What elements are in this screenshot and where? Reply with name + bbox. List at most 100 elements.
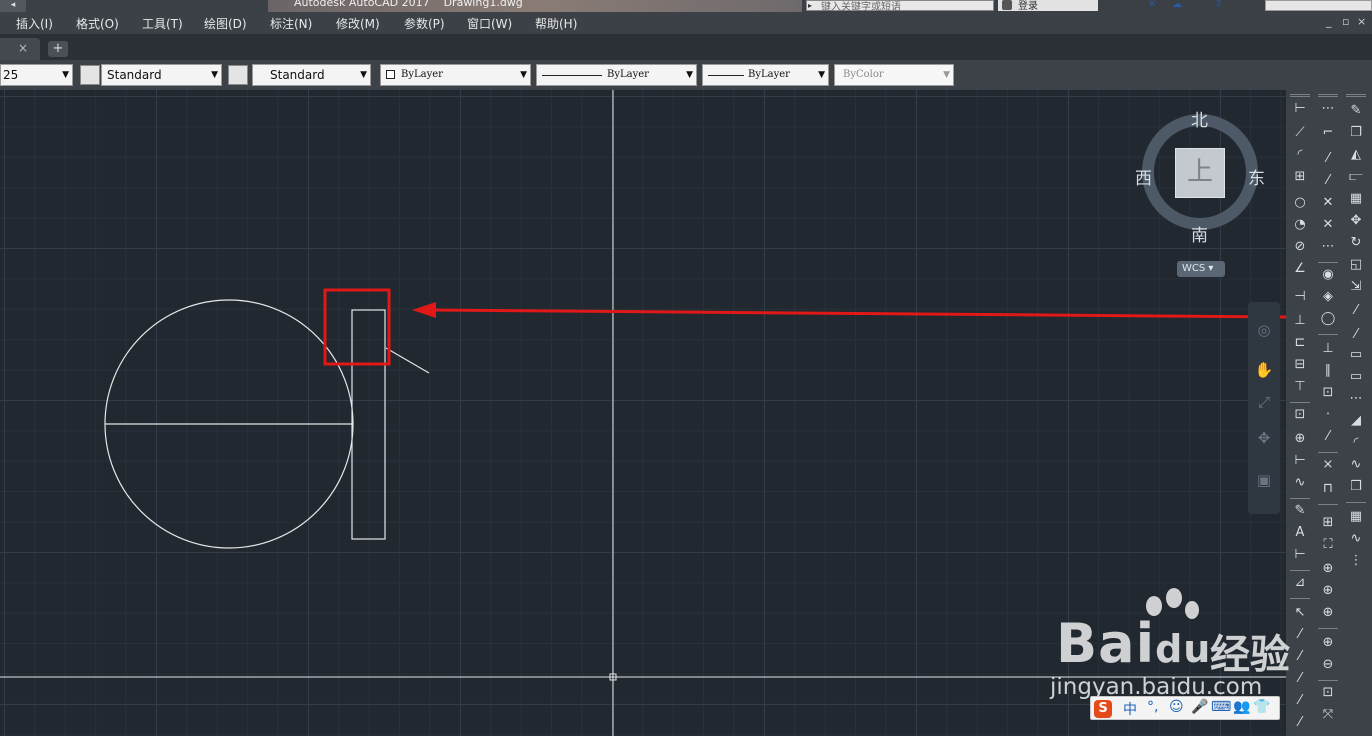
explode-icon[interactable]: ❒ — [1347, 478, 1365, 496]
snap-settings-icon[interactable]: ⊓ — [1319, 480, 1337, 498]
snap-from-icon[interactable]: ⌐ — [1319, 124, 1337, 142]
dim-update-icon[interactable]: ⊢ — [1291, 546, 1309, 564]
help-search-box[interactable]: ▸ 键入关键字或短语 — [806, 0, 994, 13]
menu-tools[interactable]: 工具(T) — [142, 15, 183, 32]
jogged-linear-icon[interactable]: ∿ — [1291, 474, 1309, 492]
viewcube-east[interactable]: 东 — [1248, 164, 1265, 189]
fillet-icon[interactable]: ◜ — [1347, 434, 1365, 452]
zoom-extents-icon[interactable]: ⤢ — [1254, 392, 1274, 412]
break-at-point-icon[interactable]: ▭ — [1347, 346, 1365, 364]
zoom-scale-icon[interactable]: ⊕ — [1319, 560, 1337, 578]
inspection-icon[interactable]: ⊢ — [1291, 452, 1309, 470]
dim-break-icon[interactable]: ⊤ — [1291, 378, 1309, 396]
toolbar-grip[interactable] — [1318, 94, 1338, 97]
ordinate-dim-icon[interactable]: ⊞ — [1291, 168, 1309, 186]
tab-close-icon[interactable]: × — [18, 41, 28, 55]
toolbar-grip[interactable] — [1290, 94, 1310, 97]
dim-style-icon[interactable] — [228, 65, 248, 85]
exchange-apps-icon[interactable]: ✕ — [1148, 0, 1162, 11]
dim-text-edit-icon[interactable]: A — [1291, 524, 1309, 542]
dim-space-icon[interactable]: ⊟ — [1291, 356, 1309, 374]
menu-help[interactable]: 帮助(H) — [535, 15, 577, 32]
diameter-dim-icon[interactable]: ⊘ — [1291, 238, 1309, 256]
drawing-canvas[interactable]: 北 西 东 南 上 WCS ▾ ◎ ✋ ⤢ ✥ ▣ — [0, 90, 1286, 736]
zoom-window-icon[interactable]: ⊞ — [1319, 514, 1337, 532]
doc-close-button[interactable]: × — [1357, 15, 1366, 28]
jogged-dim-icon[interactable]: ◔ — [1291, 216, 1309, 234]
erase-icon[interactable]: ✎ — [1347, 102, 1365, 120]
mleader-collect-icon[interactable]: ⁄ — [1291, 692, 1309, 710]
color-combo[interactable]: ByLayer ▼ — [380, 64, 531, 86]
stretch-icon[interactable]: ⇲ — [1347, 278, 1365, 296]
quick-access-dropdown-icon[interactable]: ◂ — [0, 0, 26, 12]
lineweight-combo[interactable]: ByLayer ▼ — [702, 64, 829, 86]
menu-parametric[interactable]: 参数(P) — [404, 15, 445, 32]
doc-restore-button[interactable]: ▫ — [1342, 15, 1349, 28]
viewcube-top-face[interactable]: 上 — [1175, 148, 1225, 198]
mleader-icon[interactable]: ⁄ — [1291, 626, 1309, 644]
quick-dim-icon[interactable]: ⊣ — [1291, 288, 1309, 306]
scale-icon[interactable]: ◱ — [1347, 256, 1365, 274]
array-icon[interactable]: ▦ — [1347, 190, 1365, 208]
ime-voice-icon[interactable]: 🎤 — [1191, 699, 1208, 715]
snap-endpoint-icon[interactable]: ⁄ — [1319, 150, 1337, 168]
menu-insert[interactable]: 插入(I) — [16, 15, 53, 32]
offset-icon[interactable]: ⫍ — [1347, 168, 1365, 186]
dim-edit-icon[interactable]: ✎ — [1291, 502, 1309, 520]
menu-window[interactable]: 窗口(W) — [467, 15, 512, 32]
leader-icon[interactable]: ↖ — [1291, 604, 1309, 622]
draworder-icon[interactable]: ▦ — [1347, 508, 1365, 526]
radius-dim-icon[interactable]: ○ — [1291, 194, 1309, 212]
help-icon[interactable]: ? — [1216, 0, 1230, 11]
ime-emoji-icon[interactable]: ☺ — [1169, 699, 1184, 715]
viewcube-north[interactable]: 北 — [1191, 106, 1208, 131]
dim-style-button-icon[interactable]: ⊿ — [1291, 574, 1309, 592]
mleader-add-icon[interactable]: ⁄ — [1291, 648, 1309, 666]
snap-apparent-icon[interactable]: ✕ — [1319, 216, 1337, 234]
doc-minimize-button[interactable]: _ — [1326, 15, 1332, 28]
snap-tangent-icon[interactable]: ◯ — [1319, 310, 1337, 328]
join-icon[interactable]: ⋯ — [1347, 390, 1365, 408]
copy-icon[interactable]: ❐ — [1347, 124, 1365, 142]
trim-icon[interactable]: ⁄ — [1347, 302, 1365, 320]
showmotion-icon[interactable]: ▣ — [1254, 470, 1274, 490]
chamfer-icon[interactable]: ◢ — [1347, 412, 1365, 430]
snap-node-icon[interactable]: ⋅ — [1319, 406, 1337, 424]
snap-midpoint-icon[interactable]: ⁄ — [1319, 172, 1337, 190]
break-icon[interactable]: ▭ — [1347, 368, 1365, 386]
snap-intersection-icon[interactable]: ✕ — [1319, 194, 1337, 212]
window-controls[interactable] — [1265, 0, 1372, 11]
tab-drawing1[interactable]: × — [0, 38, 40, 60]
linear-dim-icon[interactable]: ⊢ — [1291, 100, 1309, 118]
point-icon[interactable]: ⋮ — [1347, 552, 1365, 570]
login-button[interactable]: 登录 — [998, 0, 1098, 12]
ime-keyboard-icon[interactable]: ⌨ — [1211, 699, 1231, 715]
steering-wheel-icon[interactable]: ◎ — [1254, 320, 1274, 340]
a360-icon[interactable]: ☁ — [1172, 0, 1186, 11]
zoom-all-icon[interactable]: ⊡ — [1319, 684, 1337, 702]
continue-dim-icon[interactable]: ⊏ — [1291, 334, 1309, 352]
snap-parallel-icon[interactable]: ∥ — [1319, 362, 1337, 380]
ime-mode-toggle[interactable]: 中 — [1123, 699, 1137, 719]
move-icon[interactable]: ✥ — [1347, 212, 1365, 230]
layer-combo[interactable]: 25 ▼ — [0, 64, 73, 86]
toolbar-grip[interactable] — [1346, 94, 1366, 97]
spline-edit-icon[interactable]: ∿ — [1347, 530, 1365, 548]
aligned-dim-icon[interactable]: ⟋ — [1291, 124, 1309, 142]
new-tab-button[interactable]: + — [48, 41, 68, 57]
zoom-extents-button-icon[interactable]: ⤧ — [1319, 706, 1337, 724]
snap-extension-icon[interactable]: ⋯ — [1319, 238, 1337, 256]
snap-perpendicular-icon[interactable]: ⊥ — [1319, 340, 1337, 358]
snap-none-icon[interactable]: ⨯ — [1319, 456, 1337, 474]
menu-modify[interactable]: 修改(M) — [336, 15, 380, 32]
menu-format[interactable]: 格式(O) — [76, 15, 119, 32]
tolerance-icon[interactable]: ⊡ — [1291, 406, 1309, 424]
menu-dimension[interactable]: 标注(N) — [270, 15, 312, 32]
mleader-style-icon[interactable]: ⁄ — [1291, 714, 1309, 732]
viewcube-west[interactable]: 西 — [1135, 164, 1152, 189]
plot-style-combo[interactable]: ByColor ▼ — [834, 64, 954, 86]
baseline-dim-icon[interactable]: ⊥ — [1291, 312, 1309, 330]
snap-insert-icon[interactable]: ⊡ — [1319, 384, 1337, 402]
pan-hand-icon[interactable]: ✋ — [1254, 360, 1274, 380]
ime-punctuation-icon[interactable]: °, — [1147, 699, 1158, 715]
